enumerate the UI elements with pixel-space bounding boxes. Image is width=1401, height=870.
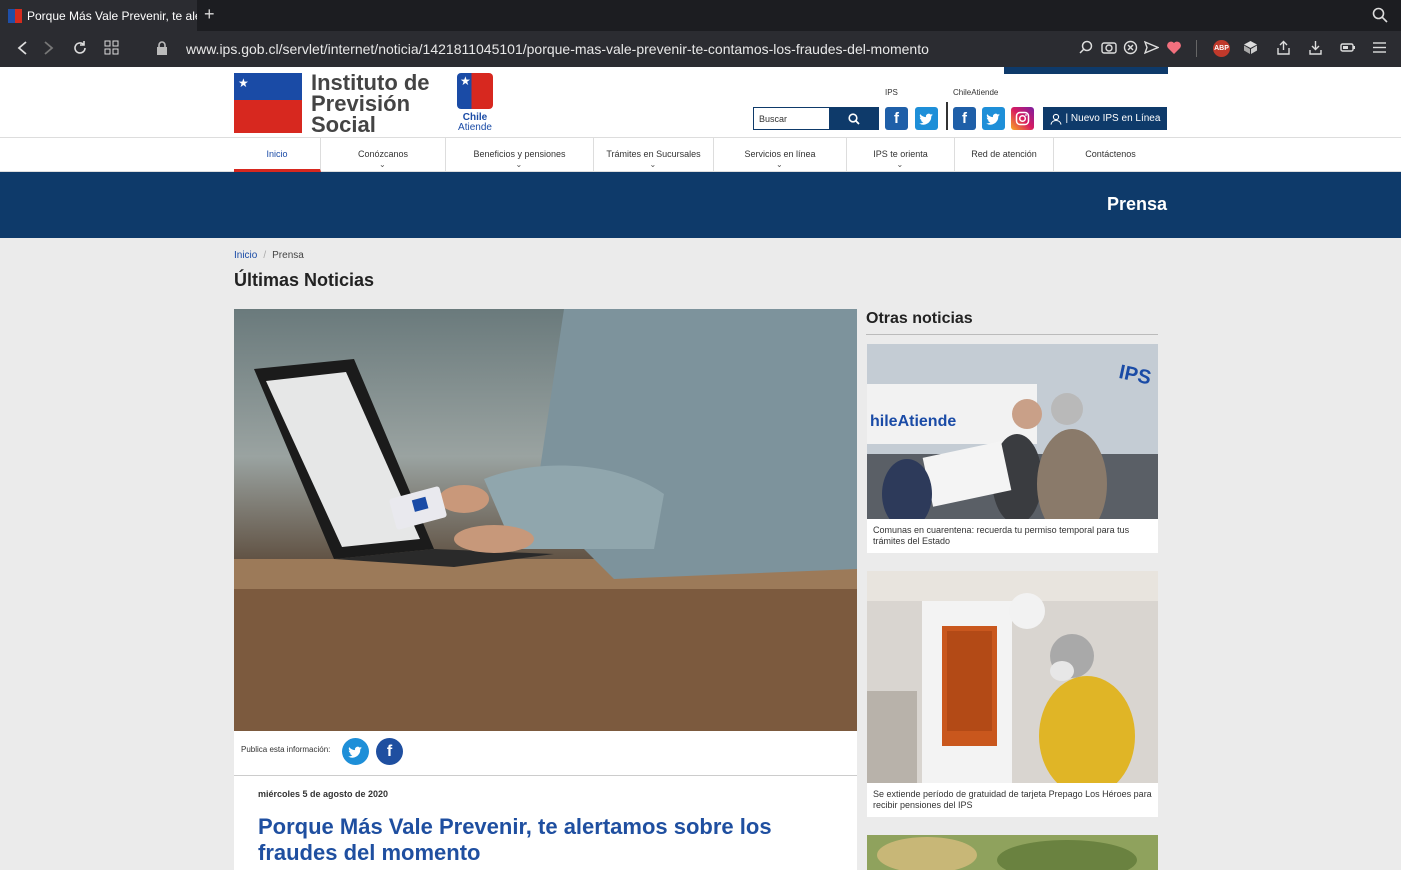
heart-icon[interactable]	[1166, 40, 1182, 55]
browser-tab-bar: Porque Más Vale Prevenir, te ale +	[0, 0, 1401, 31]
article-title[interactable]: Porque Más Vale Prevenir, te alertamos s…	[258, 814, 818, 866]
tab-search-icon[interactable]	[1372, 7, 1388, 23]
breadcrumb-current: Prensa	[272, 250, 304, 261]
share-label: Publica esta información:	[241, 745, 331, 754]
battery-icon	[1340, 43, 1355, 52]
banner-title: Prensa	[1106, 194, 1167, 214]
ips-online-button[interactable]: | Nuevo IPS en Línea	[1043, 107, 1167, 130]
news-image	[867, 835, 1158, 870]
news-item[interactable]: Se extiende período de gratuidad de tarj…	[867, 571, 1158, 817]
breadcrumb-separator: /	[263, 250, 267, 261]
news-image: hileAtiende IPS	[867, 344, 1158, 519]
download-icon[interactable]	[1308, 40, 1323, 56]
star-icon: ★	[238, 76, 249, 90]
site-favicon-icon	[8, 8, 22, 23]
main-menu: Inicio Conózcanos ⌄ Beneficios y pensione…	[0, 137, 1401, 172]
back-icon[interactable]	[16, 40, 30, 56]
cube-icon[interactable]	[1243, 40, 1258, 55]
laptop-photo	[234, 309, 857, 731]
sidebar-divider	[866, 334, 1158, 335]
chevron-down-icon: ⌄	[515, 160, 523, 169]
url-field[interactable]: www.ips.gob.cl/servlet/internet/noticia/…	[186, 41, 929, 57]
toolbar-divider	[1196, 40, 1197, 57]
menu-item-servicios[interactable]: Servicios en línea ⌄	[714, 138, 847, 172]
menu-item-contactenos[interactable]: Contáctenos	[1054, 138, 1167, 172]
breadcrumb-home-link[interactable]: Inicio	[234, 250, 257, 261]
user-icon	[1050, 113, 1062, 125]
forward-icon[interactable]	[41, 40, 55, 56]
search-input[interactable]	[754, 108, 829, 129]
adblock-icon[interactable]: ABP	[1213, 40, 1230, 57]
chileatiende-social-label: ChileAtiende	[953, 88, 999, 97]
magnifier-icon[interactable]	[1079, 40, 1094, 55]
news-item[interactable]	[867, 835, 1158, 870]
ips-logo-text[interactable]: Instituto de Previsión Social	[311, 72, 430, 136]
section-banner: Prensa	[0, 172, 1401, 238]
menu-item-conozcanos[interactable]: Conózcanos ⌄	[321, 138, 446, 172]
address-bar: www.ips.gob.cl/servlet/internet/noticia/…	[0, 31, 1401, 67]
menu-icon[interactable]	[1372, 40, 1387, 55]
send-icon[interactable]	[1144, 40, 1159, 55]
search-box	[753, 107, 879, 130]
menu-item-beneficios[interactable]: Beneficios y pensiones ⌄	[446, 138, 594, 172]
news-caption[interactable]: Comunas en cuarentena: recuerda tu permi…	[867, 519, 1158, 553]
chevron-down-icon: ⌄	[649, 160, 657, 169]
ips-logo[interactable]: ★	[234, 73, 302, 133]
page-title: Últimas Noticias	[234, 270, 375, 290]
search-button[interactable]	[829, 108, 879, 129]
news-item[interactable]: hileAtiende IPS Comunas en cuarentena: r…	[867, 344, 1158, 553]
news-image	[867, 571, 1158, 783]
speed-dial-icon[interactable]	[104, 40, 119, 55]
new-tab-button[interactable]: +	[204, 4, 215, 25]
top-utility-bar	[1004, 67, 1168, 74]
facebook-share-icon[interactable]: f	[376, 738, 403, 765]
chileatiende-sign: hileAtiende	[870, 413, 956, 430]
browser-tab[interactable]: Porque Más Vale Prevenir, te ale	[0, 0, 197, 31]
sidebar-heading: Otras noticias	[866, 310, 973, 327]
search-icon	[848, 112, 860, 125]
chevron-down-icon: ⌄	[776, 160, 783, 169]
ips-facebook-icon[interactable]: f	[885, 107, 908, 130]
chevron-down-icon: ⌄	[379, 160, 386, 169]
menu-item-tramites[interactable]: Trámites en Sucursales ⌄	[594, 138, 714, 172]
chileatiende-mark-icon: ★	[457, 73, 493, 109]
web-page: ★ Instituto de Previsión Social ★ Chile …	[0, 67, 1401, 870]
article-date: miércoles 5 de agosto de 2020	[258, 789, 389, 799]
chevron-down-icon: ⌄	[896, 160, 904, 169]
share-icon[interactable]	[1276, 40, 1291, 56]
menu-item-red-de-atencion[interactable]: Red de atención	[955, 138, 1054, 172]
block-icon[interactable]	[1123, 40, 1138, 55]
chileatiende-instagram-icon[interactable]	[1011, 107, 1034, 130]
breadcrumb: Inicio / Prensa	[234, 250, 304, 261]
chileatiende-twitter-icon[interactable]	[982, 107, 1005, 130]
main-article-card: Publica esta información: f miércoles 5 …	[234, 309, 857, 870]
lock-icon	[157, 41, 167, 55]
article-hero-image[interactable]	[234, 309, 857, 731]
ips-social-label: IPS	[885, 88, 898, 97]
chileatiende-logo[interactable]: ★ Chile Atiende	[455, 73, 495, 135]
site-header: ★ Instituto de Previsión Social ★ Chile …	[0, 67, 1401, 137]
camera-icon[interactable]	[1101, 40, 1117, 55]
card-divider	[234, 775, 857, 776]
news-caption[interactable]: Se extiende período de gratuidad de tarj…	[867, 783, 1158, 817]
chileatiende-facebook-icon[interactable]: f	[953, 107, 976, 130]
ips-twitter-icon[interactable]	[915, 107, 938, 130]
tab-title: Porque Más Vale Prevenir, te ale	[27, 8, 197, 23]
twitter-share-icon[interactable]	[342, 738, 369, 765]
menu-item-inicio[interactable]: Inicio	[234, 138, 321, 172]
social-divider	[946, 102, 948, 130]
reload-icon[interactable]	[72, 40, 88, 56]
menu-item-ips-te-orienta[interactable]: IPS te orienta ⌄	[847, 138, 955, 172]
